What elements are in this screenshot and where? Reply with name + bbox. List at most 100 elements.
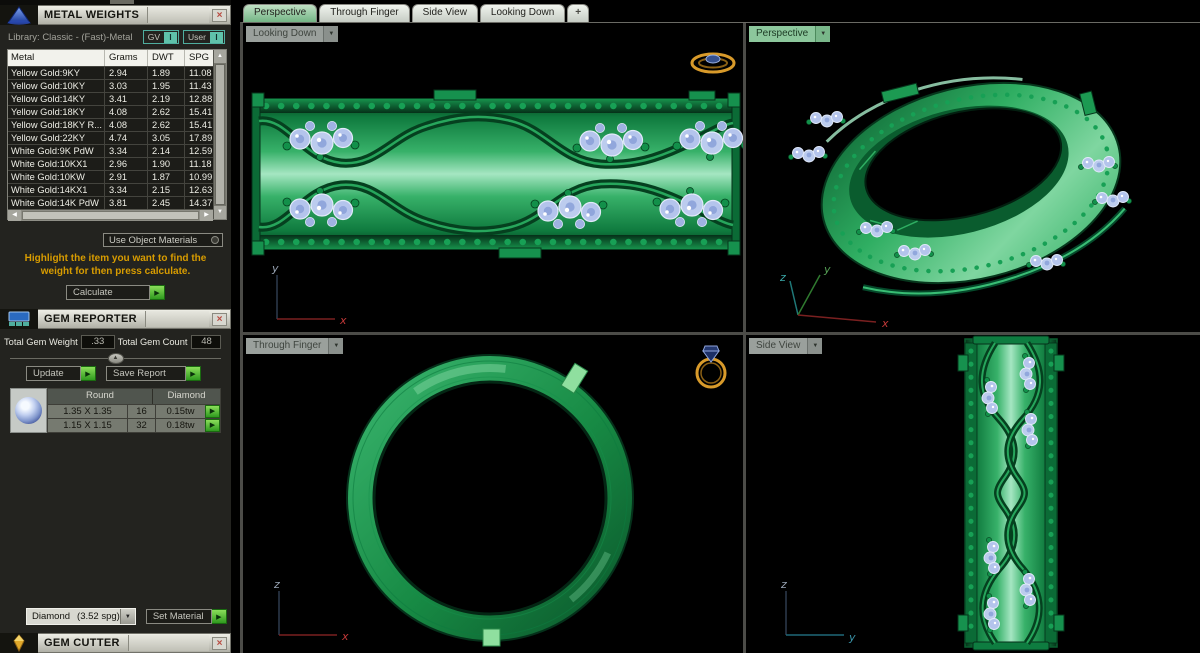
play-icon[interactable]: ▶ bbox=[186, 366, 201, 381]
hscroll-thumb[interactable] bbox=[22, 211, 199, 220]
play-icon[interactable]: ▶ bbox=[150, 285, 165, 300]
gem-cutter-title-bar: GEM CUTTER × bbox=[38, 633, 231, 653]
gem-table-header: Round Diamond bbox=[48, 389, 220, 404]
viewport-label-perspective[interactable]: Perspective ▼ bbox=[749, 26, 831, 42]
viewport-tab-bar: Perspective Through Finger Side View Loo… bbox=[240, 0, 1200, 22]
vscroll-thumb[interactable] bbox=[215, 64, 225, 205]
gem-shape-header: Round bbox=[48, 389, 153, 404]
table-row[interactable]: Yellow Gold:18KY 4.08 2.62 15.41 bbox=[8, 105, 213, 118]
dropdown-icon[interactable]: ▼ bbox=[323, 26, 339, 42]
svg-text:z: z bbox=[779, 271, 786, 284]
use-object-materials-radio-icon[interactable] bbox=[211, 236, 219, 244]
tab-side-view[interactable]: Side View bbox=[411, 4, 478, 22]
axis-indicator: y z x bbox=[779, 263, 889, 330]
table-row[interactable]: Yellow Gold:9KY 2.94 1.89 11.08 bbox=[8, 66, 213, 79]
viewport-label-looking-down[interactable]: Looking Down ▼ bbox=[246, 26, 339, 42]
metal-weights-title: METAL WEIGHTS bbox=[44, 9, 140, 21]
gem-reporter-title-bar: GEM REPORTER × bbox=[38, 309, 231, 329]
save-report-button[interactable]: Save Report ▶ bbox=[106, 366, 201, 381]
material-select[interactable]: Diamond (3.52 spg) ▼ bbox=[26, 608, 136, 625]
use-object-materials-button[interactable]: Use Object Materials bbox=[103, 233, 223, 247]
collapse-icon[interactable]: ▲ bbox=[107, 353, 124, 364]
gem-reporter-title: GEM REPORTER bbox=[44, 313, 137, 325]
library-label: Library: Classic - (Fast)-Metal bbox=[8, 31, 133, 43]
set-material-button[interactable]: Set Material ▶ bbox=[145, 609, 227, 624]
play-icon[interactable]: ▶ bbox=[205, 419, 220, 432]
gv-toggle-indicator[interactable]: I bbox=[164, 31, 178, 43]
viewport-side-view[interactable]: Side View ▼ z y bbox=[746, 335, 1200, 653]
table-row[interactable]: White Gold:10KW 2.91 1.87 10.99 bbox=[8, 170, 213, 183]
tab-looking-down[interactable]: Looking Down bbox=[479, 4, 566, 22]
total-gem-count-value: 48 bbox=[191, 335, 222, 349]
ring-model-band-top[interactable]: y x bbox=[243, 23, 743, 332]
table-row[interactable]: Yellow Gold:14KY 3.41 2.19 12.88 bbox=[8, 92, 213, 105]
play-icon[interactable]: ▶ bbox=[81, 366, 96, 381]
user-toggle[interactable]: User I bbox=[183, 30, 225, 44]
panel-edge-notch bbox=[110, 0, 134, 4]
add-tab-icon[interactable]: + bbox=[567, 4, 590, 22]
ring-model-perspective[interactable]: y z x bbox=[746, 23, 1200, 332]
gem-report-table: Round Diamond 1.35 X 1.35 16 0.15tw ▶ 1.… bbox=[10, 388, 221, 433]
viewport-through-finger[interactable]: Through Finger ▼ z x bbox=[243, 335, 743, 653]
left-tool-panels: METAL WEIGHTS × Library: Classic - (Fast… bbox=[0, 0, 233, 653]
scroll-up-icon[interactable]: ▲ bbox=[214, 50, 226, 63]
table-row[interactable]: White Gold:10KX1 2.96 1.90 11.18 bbox=[8, 157, 213, 170]
play-icon[interactable]: ▶ bbox=[205, 405, 220, 418]
gem-cutter-panel-icon bbox=[0, 633, 38, 653]
viewport-perspective[interactable]: Perspective ▼ y z x bbox=[746, 23, 1200, 332]
tab-through-finger[interactable]: Through Finger bbox=[319, 4, 410, 22]
vertical-scrollbar[interactable]: ▲ ▼ bbox=[213, 50, 226, 219]
svg-text:z: z bbox=[273, 578, 280, 591]
header-divider bbox=[144, 311, 209, 327]
viewport-label-through-finger[interactable]: Through Finger ▼ bbox=[246, 338, 344, 354]
dropdown-icon[interactable]: ▼ bbox=[119, 609, 135, 624]
metal-weights-header[interactable]: METAL WEIGHTS × bbox=[0, 5, 231, 25]
round-gem-icon bbox=[10, 388, 47, 433]
metal-table-header: Metal Grams DWT SPG bbox=[8, 50, 213, 66]
axis-indicator: z y bbox=[780, 578, 856, 644]
scroll-down-icon[interactable]: ▼ bbox=[214, 206, 226, 219]
viewport-label-side-view[interactable]: Side View ▼ bbox=[749, 338, 823, 354]
table-row[interactable]: White Gold:14KX1 3.34 2.15 12.63 bbox=[8, 183, 213, 196]
gem-type-header: Diamond bbox=[167, 390, 206, 401]
svg-text:x: x bbox=[881, 317, 889, 330]
table-row[interactable]: Yellow Gold:10KY 3.03 1.95 11.43 bbox=[8, 79, 213, 92]
axis-indicator: z x bbox=[273, 578, 349, 643]
viewport-area: Perspective Through Finger Side View Loo… bbox=[240, 0, 1200, 653]
header-divider bbox=[147, 7, 209, 23]
gem-cutter-title: GEM CUTTER bbox=[44, 637, 120, 649]
gv-toggle[interactable]: GV I bbox=[142, 30, 180, 44]
play-icon[interactable]: ▶ bbox=[211, 609, 227, 624]
gem-reporter-header[interactable]: GEM REPORTER × bbox=[0, 309, 231, 329]
total-gem-weight-value: .33 bbox=[80, 335, 115, 349]
dropdown-icon[interactable]: ▼ bbox=[328, 338, 344, 354]
svg-text:x: x bbox=[339, 314, 347, 327]
metal-weights-panel-icon bbox=[0, 5, 38, 25]
gem-cutter-header[interactable]: GEM CUTTER × bbox=[0, 633, 231, 653]
viewport-looking-down[interactable]: Looking Down ▼ y x bbox=[243, 23, 743, 332]
ring-model-front[interactable]: z x bbox=[243, 335, 743, 653]
tab-perspective[interactable]: Perspective bbox=[243, 4, 318, 22]
metal-weights-title-bar: METAL WEIGHTS × bbox=[38, 5, 231, 25]
user-toggle-indicator[interactable]: I bbox=[210, 31, 223, 43]
close-icon[interactable]: × bbox=[212, 636, 227, 650]
material-name: Diamond bbox=[32, 611, 71, 622]
ring-model-band-side[interactable]: z y bbox=[746, 335, 1200, 653]
table-row[interactable]: Yellow Gold:22KY 4.74 3.05 17.89 bbox=[8, 131, 213, 144]
dropdown-icon[interactable]: ▼ bbox=[807, 338, 823, 354]
gem-row[interactable]: 1.35 X 1.35 16 0.15tw ▶ bbox=[48, 404, 220, 418]
close-icon[interactable]: × bbox=[212, 8, 227, 22]
background-panel-edge bbox=[0, 0, 231, 5]
table-row[interactable]: Yellow Gold:18KY R... 4.08 2.62 15.41 bbox=[8, 118, 213, 131]
gem-row[interactable]: 1.15 X 1.15 32 0.18tw ▶ bbox=[48, 418, 220, 432]
table-row[interactable]: White Gold:14K PdW 3.81 2.45 14.37 bbox=[8, 196, 213, 209]
calculate-button[interactable]: Calculate ▶ bbox=[66, 285, 165, 300]
close-icon[interactable]: × bbox=[212, 312, 227, 326]
axis-indicator: y x bbox=[271, 262, 347, 327]
svg-text:y: y bbox=[271, 262, 279, 275]
ring-orientation-icon bbox=[690, 52, 736, 74]
update-button[interactable]: Update ▶ bbox=[26, 366, 96, 381]
table-row[interactable]: White Gold:9K PdW 3.34 2.14 12.59 bbox=[8, 144, 213, 157]
svg-text:y: y bbox=[848, 631, 856, 644]
dropdown-icon[interactable]: ▼ bbox=[815, 26, 831, 42]
